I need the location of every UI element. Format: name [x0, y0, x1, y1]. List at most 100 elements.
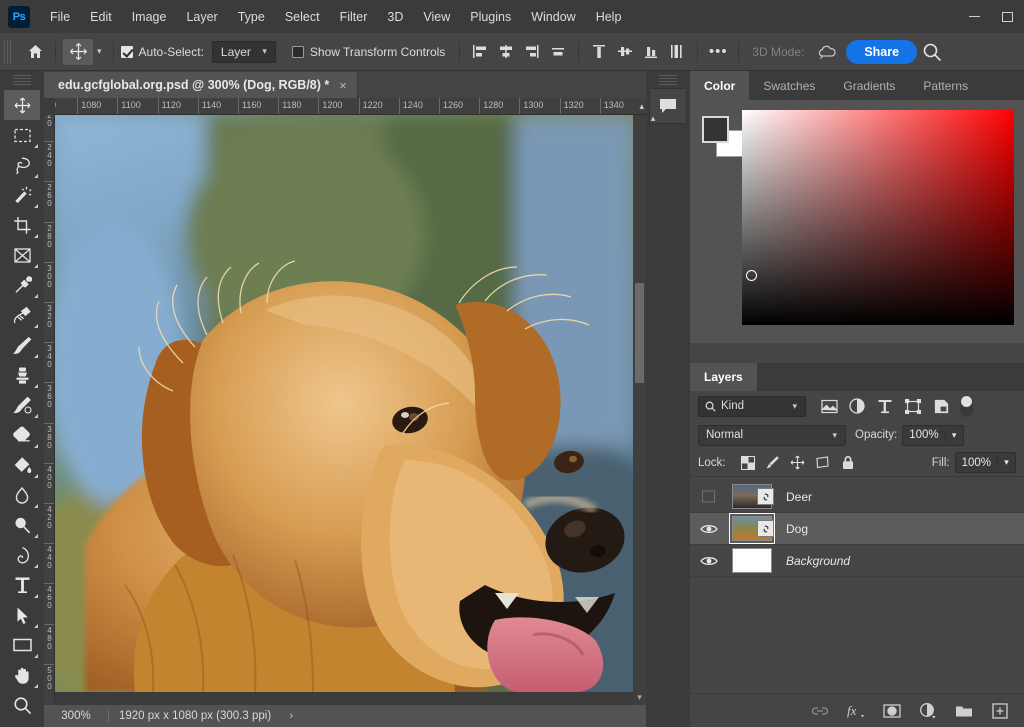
lock-image-pixels-icon[interactable]: [762, 452, 784, 474]
path-selection-tool[interactable]: [4, 600, 40, 630]
filter-pixel-layers-icon[interactable]: [816, 395, 842, 417]
align-horizontal-centers-icon[interactable]: [493, 39, 519, 65]
pen-tool[interactable]: [4, 540, 40, 570]
filter-adjustment-layers-icon[interactable]: [844, 395, 870, 417]
blur-tool[interactable]: [4, 480, 40, 510]
tools-panel-grip[interactable]: [13, 75, 31, 87]
dodge-tool[interactable]: [4, 510, 40, 540]
color-picker-ring[interactable]: [746, 270, 757, 281]
zoom-tool[interactable]: [4, 690, 40, 720]
layer-row-background[interactable]: Background: [690, 545, 1024, 577]
ruler-collapse-chevron-icon[interactable]: ▴: [639, 101, 644, 112]
filter-type-layers-icon[interactable]: [872, 395, 898, 417]
menu-item-image[interactable]: Image: [122, 5, 177, 29]
home-icon[interactable]: [22, 39, 48, 65]
menu-item-filter[interactable]: Filter: [330, 5, 378, 29]
distribute-horizontal-centers-icon[interactable]: [664, 39, 690, 65]
layer-row-deer[interactable]: Deer: [690, 481, 1024, 513]
clone-stamp-tool[interactable]: [4, 360, 40, 390]
link-layers-icon[interactable]: [810, 701, 830, 721]
tab-color[interactable]: Color: [690, 71, 750, 100]
add-layer-mask-icon[interactable]: [882, 701, 902, 721]
chevron-down-icon[interactable]: ▾: [944, 429, 963, 441]
layer-name-dog[interactable]: Dog: [780, 522, 808, 536]
rectangle-tool[interactable]: [4, 630, 40, 660]
foreground-color-swatch[interactable]: [702, 116, 729, 143]
auto-select-target-dropdown[interactable]: Layer ▾: [211, 40, 276, 63]
menu-item-help[interactable]: Help: [586, 5, 632, 29]
align-top-edges-icon[interactable]: [545, 39, 571, 65]
minimize-button[interactable]: [958, 0, 991, 33]
layer-row-dog[interactable]: Dog: [690, 513, 1024, 545]
menu-item-file[interactable]: File: [40, 5, 80, 29]
menu-item-window[interactable]: Window: [521, 5, 585, 29]
rectangular-marquee-tool[interactable]: [4, 120, 40, 150]
type-tool[interactable]: [4, 570, 40, 600]
menu-item-edit[interactable]: Edit: [80, 5, 122, 29]
filter-shape-layers-icon[interactable]: [900, 395, 926, 417]
fill-field[interactable]: 100% ▾: [954, 452, 1016, 473]
blend-mode-dropdown[interactable]: Normal ▾: [698, 424, 846, 446]
cloud-documents-icon[interactable]: [814, 39, 840, 65]
hand-tool[interactable]: [4, 660, 40, 690]
close-icon[interactable]: ×: [339, 78, 347, 93]
lock-position-icon[interactable]: [787, 452, 809, 474]
opacity-field[interactable]: 100% ▾: [902, 424, 964, 446]
menu-item-plugins[interactable]: Plugins: [460, 5, 521, 29]
vertical-scrollbar-thumb[interactable]: [635, 283, 644, 383]
distribute-bottom-edges-icon[interactable]: [638, 39, 664, 65]
options-bar-grip[interactable]: [4, 39, 11, 64]
vertical-ruler[interactable]: 220 240 260 280 300 320 340 360 380 400 420 440 460 4…: [44, 115, 55, 705]
move-tool-icon[interactable]: [63, 38, 93, 65]
layer-thumbnail-background[interactable]: [724, 548, 780, 573]
menu-item-type[interactable]: Type: [228, 5, 275, 29]
gradient-tool[interactable]: [4, 450, 40, 480]
eyedropper-tool[interactable]: [4, 270, 40, 300]
lock-artboard-nesting-icon[interactable]: [812, 452, 834, 474]
distribute-top-edges-icon[interactable]: [586, 39, 612, 65]
tab-layers[interactable]: Layers: [690, 363, 757, 391]
layer-name-background[interactable]: Background: [780, 554, 850, 568]
dock-grip[interactable]: [659, 75, 677, 86]
more-options-icon[interactable]: •••: [705, 39, 731, 65]
auto-select-checkbox[interactable]: [120, 45, 133, 58]
menu-item-layer[interactable]: Layer: [176, 5, 227, 29]
filter-enable-toggle[interactable]: [960, 395, 973, 417]
align-left-edges-icon[interactable]: [467, 39, 493, 65]
tab-patterns[interactable]: Patterns: [909, 71, 982, 100]
filter-smart-object-icon[interactable]: [928, 395, 954, 417]
share-button[interactable]: Share: [846, 39, 918, 64]
eraser-tool[interactable]: [4, 420, 40, 450]
lasso-tool[interactable]: [4, 150, 40, 180]
lock-all-icon[interactable]: [837, 452, 859, 474]
move-tool[interactable]: [4, 90, 40, 120]
layer-thumbnail-deer[interactable]: [724, 484, 780, 509]
zoom-level[interactable]: 300%: [44, 710, 108, 722]
maximize-button[interactable]: [991, 0, 1024, 33]
status-expand-arrow-icon[interactable]: ›: [281, 710, 301, 722]
search-icon[interactable]: [919, 39, 945, 65]
layer-name-deer[interactable]: Deer: [780, 490, 812, 504]
align-right-edges-icon[interactable]: [519, 39, 545, 65]
tab-gradients[interactable]: Gradients: [829, 71, 909, 100]
menu-item-view[interactable]: View: [413, 5, 460, 29]
canvas-vertical-scrollbar[interactable]: ▾: [633, 115, 646, 705]
chevron-down-icon[interactable]: ▾: [633, 692, 646, 703]
tool-presets-chevron-icon[interactable]: ▾: [97, 46, 102, 57]
canvas-image[interactable]: [55, 115, 633, 692]
frame-tool[interactable]: [4, 240, 40, 270]
expand-panel-chevron-icon[interactable]: ▴: [646, 108, 660, 128]
new-group-icon[interactable]: [954, 701, 974, 721]
horizontal-ruler[interactable]: 060 1080 1100 1120 1140 1160 1180 1200 1220 1240 1…: [55, 98, 646, 115]
lock-transparent-pixels-icon[interactable]: [737, 452, 759, 474]
layer-visibility-toggle-background[interactable]: [694, 555, 724, 567]
tab-swatches[interactable]: Swatches: [749, 71, 829, 100]
spot-healing-brush-tool[interactable]: [4, 300, 40, 330]
menu-item-select[interactable]: Select: [275, 5, 330, 29]
history-brush-tool[interactable]: [4, 390, 40, 420]
layer-style-fx-icon[interactable]: fx: [846, 701, 866, 721]
brush-tool[interactable]: [4, 330, 40, 360]
crop-tool[interactable]: [4, 210, 40, 240]
layer-thumbnail-dog[interactable]: [724, 513, 780, 544]
color-ramp-field[interactable]: [742, 110, 1014, 325]
